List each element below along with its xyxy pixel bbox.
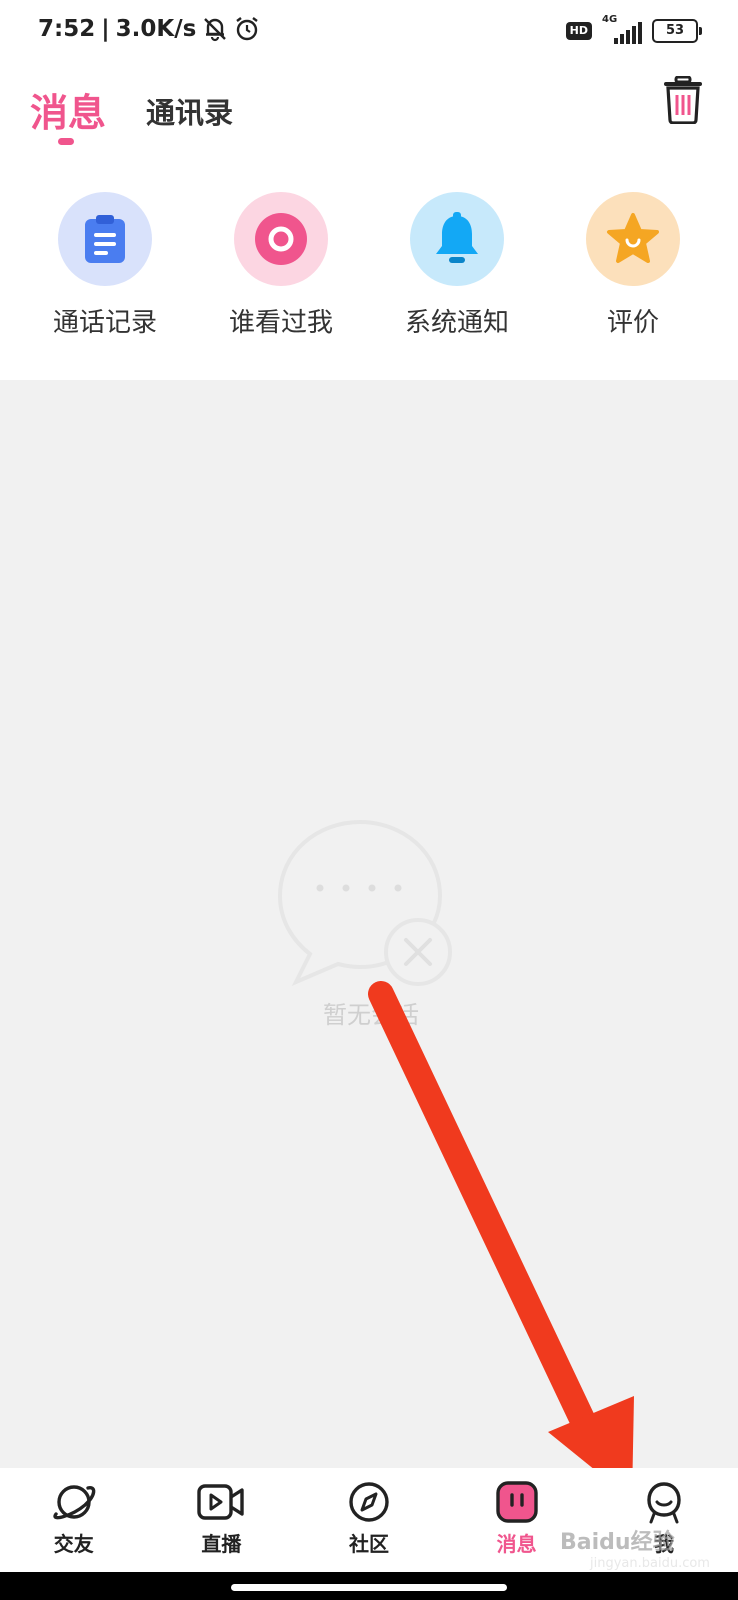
nav-label: 消息 (496, 1532, 537, 1556)
quick-circle (410, 192, 504, 286)
quick-label: 通话记录 (52, 308, 157, 338)
nav-item-live[interactable]: 直播 (148, 1468, 296, 1572)
eye-ring-icon (255, 213, 307, 265)
quick-label: 评价 (606, 308, 659, 338)
gesture-bar-area (0, 1572, 738, 1600)
watermark-brand: Baidu经验 (560, 1530, 675, 1555)
quick-who-viewed-me[interactable]: 谁看过我 (213, 192, 349, 339)
tab-indicator (58, 138, 74, 145)
status-right: HD 4G 53 (565, 14, 702, 44)
empty-text: 暂无会话 (323, 1001, 419, 1029)
quick-circle (586, 192, 680, 286)
quick-label: 谁看过我 (228, 308, 333, 338)
video-icon (197, 1484, 245, 1520)
nav-label: 直播 (201, 1532, 242, 1556)
home-indicator[interactable] (231, 1584, 507, 1591)
status-time: 7:52 (38, 16, 96, 42)
trash-icon[interactable] (662, 75, 704, 125)
quick-actions: 通话记录 谁看过我 系统通知 评价 (0, 192, 738, 339)
alarm-icon (234, 16, 260, 42)
quick-call-records[interactable]: 通话记录 (37, 192, 173, 339)
signal-bars (614, 22, 642, 44)
quick-circle (58, 192, 152, 286)
clipboard-icon (85, 215, 125, 263)
battery-icon: 53 (652, 19, 702, 43)
quick-circle (234, 192, 328, 286)
mute-icon (202, 16, 228, 42)
bell-icon (436, 212, 478, 263)
hd-badge: HD (565, 22, 592, 40)
quick-system-notify[interactable]: 系统通知 (389, 192, 525, 339)
empty-chat-icon (277, 819, 452, 986)
signal-icon: 4G (602, 14, 642, 44)
status-speed: 3.0K/s (115, 16, 197, 42)
nav-label: 交友 (53, 1532, 94, 1556)
watermark-url: jingyan.baidu.com (590, 1556, 710, 1571)
quick-evaluation[interactable]: 评价 (565, 192, 701, 339)
empty-state: 暂无会话 (276, 812, 466, 1029)
person-icon (647, 1482, 681, 1524)
tab-contacts[interactable]: 通讯录 (146, 90, 233, 132)
nav-label: 社区 (348, 1532, 389, 1556)
nav-item-community[interactable]: 社区 (295, 1468, 443, 1572)
message-icon (495, 1481, 538, 1523)
quick-label: 系统通知 (404, 308, 509, 338)
nav-item-friends[interactable]: 交友 (0, 1468, 148, 1572)
nav-item-messages[interactable]: 消息 (443, 1468, 591, 1572)
status-sep: | (101, 16, 110, 42)
planet-icon (53, 1485, 96, 1520)
status-bar: 7:52 | 3.0K/s HD 4G 53 (0, 0, 738, 64)
status-left: 7:52 | 3.0K/s (38, 16, 260, 42)
compass-icon (349, 1482, 389, 1522)
star-icon (607, 213, 659, 263)
tab-messages[interactable]: 消息 (30, 82, 106, 137)
top-panel: 7:52 | 3.0K/s HD 4G 53 消息 通讯录 通话记录 谁看过我 … (0, 0, 738, 380)
